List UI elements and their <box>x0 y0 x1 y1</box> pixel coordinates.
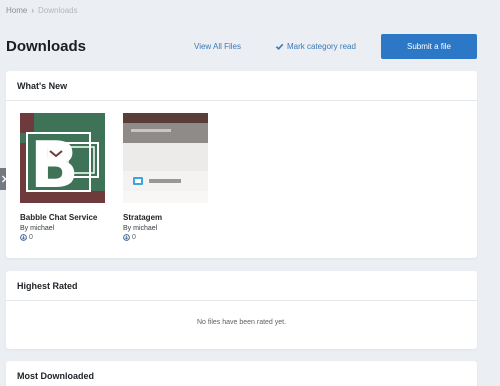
file-download-count: 0 <box>20 234 106 241</box>
highest-rated-panel: Highest Rated No files have been rated y… <box>6 271 477 349</box>
breadcrumb-home[interactable]: Home <box>6 6 27 15</box>
submit-file-button[interactable]: Submit a file <box>381 34 477 59</box>
highest-rated-heading: Highest Rated <box>6 271 477 301</box>
file-card[interactable]: B Babble Chat Service By michael 0 <box>20 113 106 241</box>
mark-category-read-link[interactable]: Mark category read <box>275 42 356 51</box>
mark-category-read-label: Mark category read <box>287 42 356 51</box>
breadcrumb: Home › Downloads <box>6 6 78 15</box>
download-count-icon <box>123 234 130 241</box>
file-thumbnail[interactable] <box>123 113 208 203</box>
breadcrumb-separator: › <box>31 6 35 15</box>
file-title[interactable]: Stratagem <box>123 213 209 222</box>
most-downloaded-panel: Most Downloaded <box>6 361 477 386</box>
whats-new-heading: What's New <box>6 71 477 101</box>
page-title: Downloads <box>6 38 87 55</box>
file-title[interactable]: Babble Chat Service <box>20 213 106 222</box>
view-all-files-label: View All Files <box>194 42 241 51</box>
view-all-files-link[interactable]: View All Files <box>194 42 241 51</box>
file-download-count: 0 <box>123 234 209 241</box>
download-count-value: 0 <box>29 234 33 241</box>
babble-logo-image: B <box>20 113 105 203</box>
most-downloaded-heading: Most Downloaded <box>6 361 477 386</box>
empty-message: No files have been rated yet. <box>196 319 287 326</box>
file-author: By michael <box>20 225 55 232</box>
file-thumbnail[interactable]: B <box>20 113 105 203</box>
download-count-icon <box>20 234 27 241</box>
whats-new-panel: What's New B Babble Chat Service By mich… <box>6 71 477 258</box>
breadcrumb-current: Downloads <box>38 6 78 15</box>
stratagem-screenshot-image <box>123 113 208 203</box>
file-author: By michael <box>123 225 158 232</box>
check-icon <box>275 43 284 50</box>
file-card[interactable]: Stratagem By michael 0 <box>123 113 209 241</box>
download-count-value: 0 <box>132 234 136 241</box>
svg-text:B: B <box>30 129 79 203</box>
